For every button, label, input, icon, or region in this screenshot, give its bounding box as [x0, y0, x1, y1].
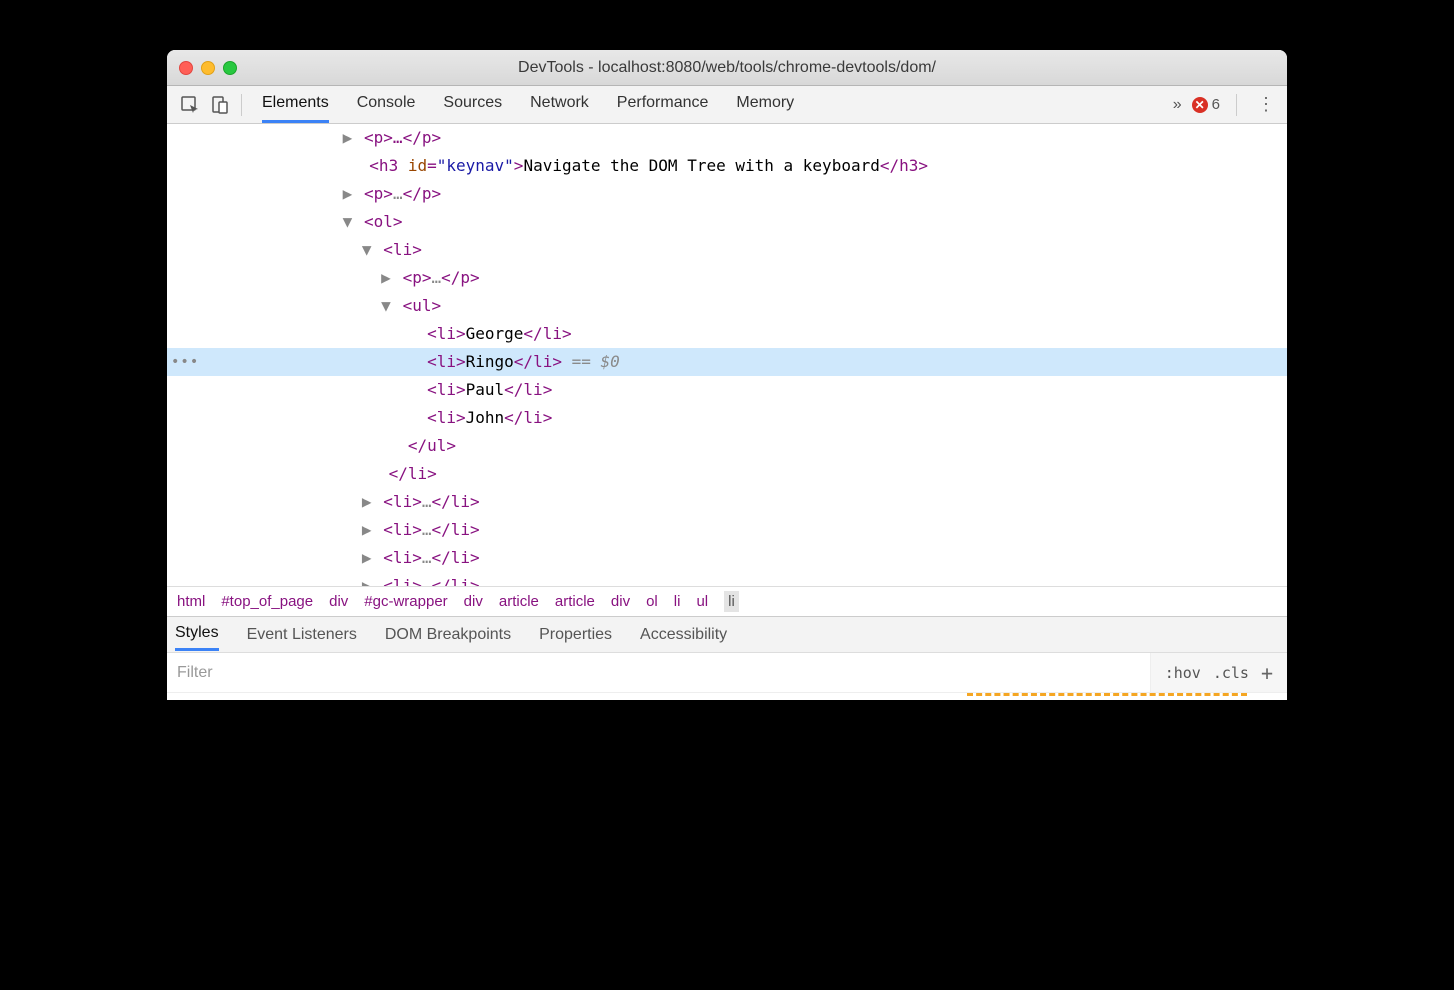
subtab-properties[interactable]: Properties	[539, 620, 612, 650]
overflow-icon[interactable]: »	[1173, 96, 1182, 114]
new-style-rule-icon[interactable]: +	[1261, 661, 1273, 685]
inspect-icon[interactable]	[175, 90, 205, 120]
hov-toggle[interactable]: :hov	[1165, 664, 1201, 682]
dom-node-selected[interactable]: ••• <li>Ringo</li> == $0	[167, 348, 1287, 376]
tab-console[interactable]: Console	[357, 86, 416, 123]
box-model-hint	[967, 693, 1247, 697]
kebab-icon[interactable]: ⋮	[1253, 94, 1279, 115]
filter-input[interactable]	[167, 653, 1150, 692]
dom-node[interactable]: ▶ <p>…</p>	[167, 180, 1287, 208]
dom-node[interactable]: ▶ <p>…</p>	[167, 124, 1287, 152]
dom-node[interactable]: <li>Paul</li>	[167, 376, 1287, 404]
subtab-accessibility[interactable]: Accessibility	[640, 620, 727, 650]
traffic-lights	[179, 61, 237, 75]
dom-node[interactable]: ▶ <li>…</li>	[167, 516, 1287, 544]
error-badge[interactable]: ✕ 6	[1192, 96, 1220, 113]
dom-tree-panel[interactable]: ▶ <p>…</p> <h3 id="keynav">Navigate the …	[167, 124, 1287, 586]
subtab-event-listeners[interactable]: Event Listeners	[247, 620, 357, 650]
dom-node[interactable]: ▶ <li>…</li>	[167, 544, 1287, 572]
dom-node[interactable]: <li>John</li>	[167, 404, 1287, 432]
toolbar-divider	[1236, 94, 1237, 116]
breadcrumb-item[interactable]: #gc-wrapper	[364, 593, 447, 610]
subtab-dom-breakpoints[interactable]: DOM Breakpoints	[385, 620, 511, 650]
dom-node[interactable]: ▶ <p>…</p>	[167, 264, 1287, 292]
tab-sources[interactable]: Sources	[443, 86, 502, 123]
devtools-window: DevTools - localhost:8080/web/tools/chro…	[167, 50, 1287, 700]
breadcrumb-item[interactable]: ul	[696, 593, 708, 610]
close-icon[interactable]	[179, 61, 193, 75]
breadcrumb-item[interactable]: #top_of_page	[221, 593, 313, 610]
breadcrumb-item[interactable]: div	[611, 593, 630, 610]
breadcrumb-item[interactable]: html	[177, 593, 205, 610]
toolbar-right: » ✕ 6 ⋮	[1173, 94, 1279, 116]
main-toolbar: Elements Console Sources Network Perform…	[167, 86, 1287, 124]
window-title: DevTools - localhost:8080/web/tools/chro…	[518, 59, 936, 77]
error-icon: ✕	[1192, 97, 1208, 113]
minimize-icon[interactable]	[201, 61, 215, 75]
breadcrumb-item[interactable]: article	[499, 593, 539, 610]
dom-node[interactable]: ▼ <ol>	[167, 208, 1287, 236]
dom-node[interactable]: ▶ <li>…</li>	[167, 488, 1287, 516]
breadcrumb: html #top_of_page div #gc-wrapper div ar…	[167, 586, 1287, 616]
filter-bar: :hov .cls +	[167, 652, 1287, 692]
dom-node[interactable]: <li>George</li>	[167, 320, 1287, 348]
dom-node[interactable]: ▼ <ul>	[167, 292, 1287, 320]
filter-actions: :hov .cls +	[1150, 653, 1287, 692]
cls-toggle[interactable]: .cls	[1213, 664, 1249, 682]
breadcrumb-item[interactable]: div	[329, 593, 348, 610]
styles-tabs: Styles Event Listeners DOM Breakpoints P…	[167, 616, 1287, 652]
dom-node[interactable]: </li>	[167, 460, 1287, 488]
device-toggle-icon[interactable]	[205, 90, 235, 120]
breadcrumb-item[interactable]: li	[674, 593, 681, 610]
tab-elements[interactable]: Elements	[262, 86, 329, 123]
fullscreen-icon[interactable]	[223, 61, 237, 75]
toolbar-divider	[241, 94, 242, 116]
dom-node[interactable]: <h3 id="keynav">Navigate the DOM Tree wi…	[167, 152, 1287, 180]
subtab-styles[interactable]: Styles	[175, 618, 219, 651]
dom-node[interactable]: ▶ <li>…</li>	[167, 572, 1287, 586]
dom-node[interactable]: ▼ <li>	[167, 236, 1287, 264]
titlebar: DevTools - localhost:8080/web/tools/chro…	[167, 50, 1287, 86]
breadcrumb-item[interactable]: ol	[646, 593, 658, 610]
breadcrumb-item-selected[interactable]: li	[724, 591, 739, 612]
tab-performance[interactable]: Performance	[617, 86, 709, 123]
bottom-strip	[167, 692, 1287, 700]
dom-node[interactable]: </ul>	[167, 432, 1287, 460]
breadcrumb-item[interactable]: div	[464, 593, 483, 610]
tab-network[interactable]: Network	[530, 86, 589, 123]
error-count: 6	[1212, 96, 1220, 113]
row-actions-icon[interactable]: •••	[171, 348, 199, 376]
breadcrumb-item[interactable]: article	[555, 593, 595, 610]
tab-memory[interactable]: Memory	[736, 86, 794, 123]
main-tabs: Elements Console Sources Network Perform…	[262, 86, 794, 123]
